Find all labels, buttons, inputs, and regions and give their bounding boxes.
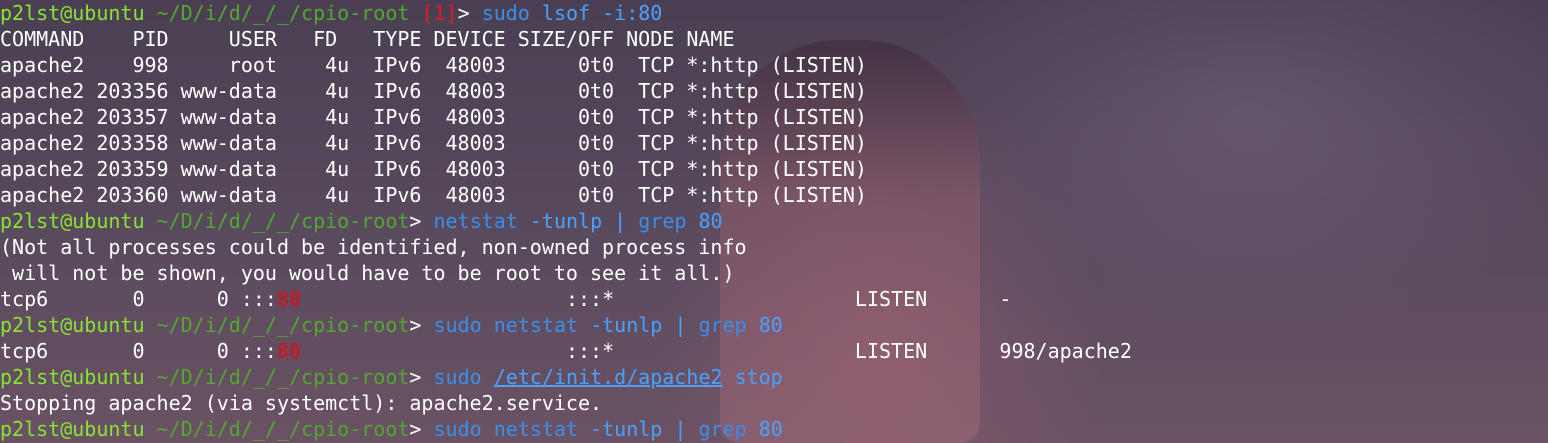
script-path-link[interactable]: /etc/init.d/apache2 (494, 365, 723, 389)
port-highlight: 80 (276, 339, 302, 363)
grep-command: grep (638, 209, 687, 233)
command-name: sudo (481, 1, 530, 25)
netstat-row: tcp6 0 0 :::80 :::* LISTEN - (0, 286, 1132, 312)
prompt-symbol: > (409, 417, 422, 441)
command-name: netstat (433, 209, 518, 233)
netstat-row-prefix: tcp6 0 0 ::: (0, 287, 277, 311)
grep-command: grep (698, 313, 747, 337)
netstat-warning: (Not all processes could be identified, … (0, 235, 747, 259)
port-highlight: 80 (276, 287, 302, 311)
pipe-symbol: | (674, 313, 687, 337)
command-args: stop (734, 365, 783, 389)
terminal-window[interactable]: p2lst@ubuntu ~/D/i/d/_/_/cpio-root [1]> … (0, 0, 1548, 443)
prompt-symbol: > (409, 209, 422, 233)
lsof-row: apache2 203358 www-data 4u IPv6 48003 0t… (0, 131, 867, 155)
lsof-row: apache2 203359 www-data 4u IPv6 48003 0t… (0, 157, 867, 181)
sudo-command: sudo (433, 365, 482, 389)
command-args: -tunlp (529, 209, 603, 233)
exit-code-badge: [1] (421, 1, 458, 25)
prompt-user-host: p2lst@ubuntu (0, 209, 145, 233)
command-name: netstat (493, 313, 579, 337)
sudo-command: sudo (433, 313, 482, 337)
prompt-symbol: > (457, 1, 470, 25)
grep-pattern: 80 (698, 209, 723, 233)
command-args: -tunlp (590, 313, 663, 337)
stop-output: Stopping apache2 (via systemctl): apache… (0, 391, 603, 415)
prompt-path: ~/D/i/d/_/_/cpio-root (156, 209, 410, 233)
prompt-line[interactable]: p2lst@ubuntu ~/D/i/d/_/_/cpio-root> sudo… (0, 416, 1132, 442)
prompt-line: p2lst@ubuntu ~/D/i/d/_/_/cpio-root [1]> … (0, 0, 1132, 26)
prompt-user-host: p2lst@ubuntu (0, 365, 145, 389)
prompt-line: p2lst@ubuntu ~/D/i/d/_/_/cpio-root> sudo… (0, 364, 1132, 390)
grep-command: grep (698, 417, 747, 441)
command-args: lsof -i:80 (541, 1, 663, 25)
command-args: -tunlp (590, 417, 663, 441)
lsof-row: apache2 998 root 4u IPv6 48003 0t0 TCP *… (0, 53, 867, 77)
netstat-row-prefix: tcp6 0 0 ::: (0, 339, 277, 363)
prompt-line: p2lst@ubuntu ~/D/i/d/_/_/cpio-root> nets… (0, 208, 1132, 234)
pipe-symbol: | (674, 417, 687, 441)
prompt-line: p2lst@ubuntu ~/D/i/d/_/_/cpio-root> sudo… (0, 312, 1132, 338)
lsof-row: apache2 203357 www-data 4u IPv6 48003 0t… (0, 105, 867, 129)
prompt-path: ~/D/i/d/_/_/cpio-root (156, 1, 410, 25)
netstat-warning: will not be shown, you would have to be … (0, 261, 735, 285)
prompt-symbol: > (409, 313, 422, 337)
sudo-command: sudo (433, 417, 482, 441)
prompt-path: ~/D/i/d/_/_/cpio-root (156, 313, 410, 337)
prompt-path: ~/D/i/d/_/_/cpio-root (156, 365, 410, 389)
netstat-row-suffix: :::* LISTEN 998/apache2 (301, 339, 1132, 363)
prompt-user-host: p2lst@ubuntu (0, 417, 145, 441)
netstat-row: tcp6 0 0 :::80 :::* LISTEN 998/apache2 (0, 338, 1132, 364)
netstat-row-suffix: :::* LISTEN - (301, 287, 1012, 311)
lsof-row: apache2 203360 www-data 4u IPv6 48003 0t… (0, 183, 867, 207)
lsof-row: apache2 203356 www-data 4u IPv6 48003 0t… (0, 79, 867, 103)
lsof-header: COMMAND PID USER FD TYPE DEVICE SIZE/OFF… (0, 27, 735, 51)
prompt-user-host: p2lst@ubuntu (0, 313, 145, 337)
prompt-symbol: > (409, 365, 422, 389)
pipe-symbol: | (614, 209, 627, 233)
prompt-user-host: p2lst@ubuntu (0, 1, 145, 25)
grep-pattern: 80 (758, 313, 783, 337)
command-name: netstat (493, 417, 579, 441)
grep-pattern: 80 (758, 417, 783, 441)
terminal-output: p2lst@ubuntu ~/D/i/d/_/_/cpio-root [1]> … (0, 0, 1132, 442)
prompt-path: ~/D/i/d/_/_/cpio-root (156, 417, 410, 441)
